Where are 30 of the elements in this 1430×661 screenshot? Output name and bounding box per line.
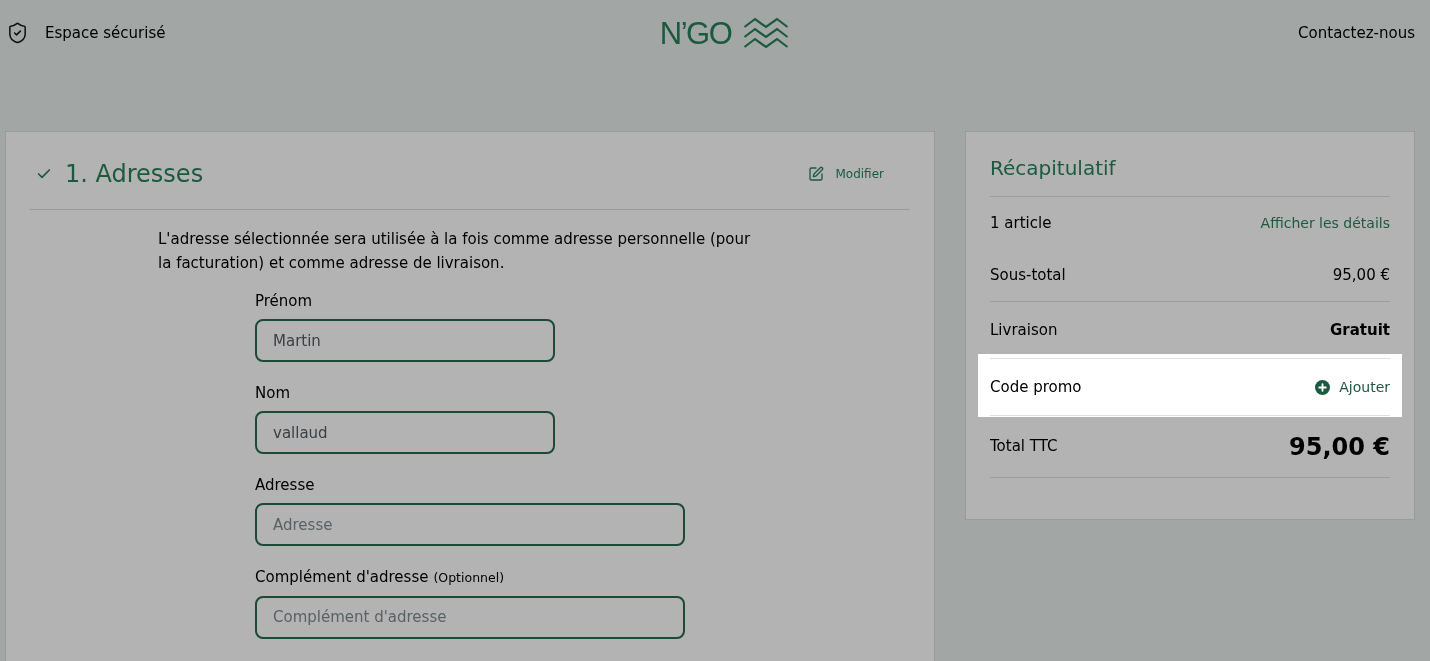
field-label: Complément d'adresse [255, 568, 429, 587]
address-intro-text: L'adresse sélectionnée sera utilisée à la fois comme adresse personnelle (pour la facturation) et comme adresse de livraison. [158, 229, 752, 274]
summary-title: Récapitulatif [990, 154, 1390, 197]
summary-label: Total TTC [990, 436, 1058, 458]
subtotal-amount: 95,00 € [1332, 264, 1390, 286]
text-input[interactable]: Martin [255, 319, 555, 362]
shield-check-icon [6, 21, 29, 45]
text-input[interactable]: Complément d'adresse [255, 595, 685, 639]
text-input[interactable]: vallaud [255, 411, 555, 454]
field-label: Adresse [255, 476, 315, 495]
secure-space-label: Espace sécurisé [45, 22, 166, 44]
field-label: Prénom [255, 292, 313, 311]
summary-label: 1 article [990, 212, 1052, 234]
modify-button[interactable]: Modifier [808, 165, 884, 183]
waves-logo-icon [743, 16, 790, 50]
section-title: 1. Adresses [65, 159, 204, 190]
optional-note: (Optionnel) [433, 569, 505, 587]
shipping-value: Gratuit [1330, 319, 1390, 341]
field-label: Nom [255, 384, 290, 403]
summary-label: Code promo [990, 376, 1082, 398]
plus-circle-icon [1315, 379, 1331, 395]
contact-link[interactable]: Contactez-nous [1298, 21, 1415, 45]
text-input[interactable]: Adresse [255, 503, 685, 546]
brand-logo-text: N’GO [659, 17, 732, 49]
edit-icon [808, 166, 825, 182]
add-promo-button[interactable]: Ajouter [1315, 376, 1390, 398]
summary-label: Livraison [990, 319, 1058, 341]
total-amount: 95,00 € [1289, 431, 1390, 463]
summary-label: Sous-total [990, 264, 1066, 286]
details-link[interactable]: Afficher les détails [1260, 212, 1390, 234]
